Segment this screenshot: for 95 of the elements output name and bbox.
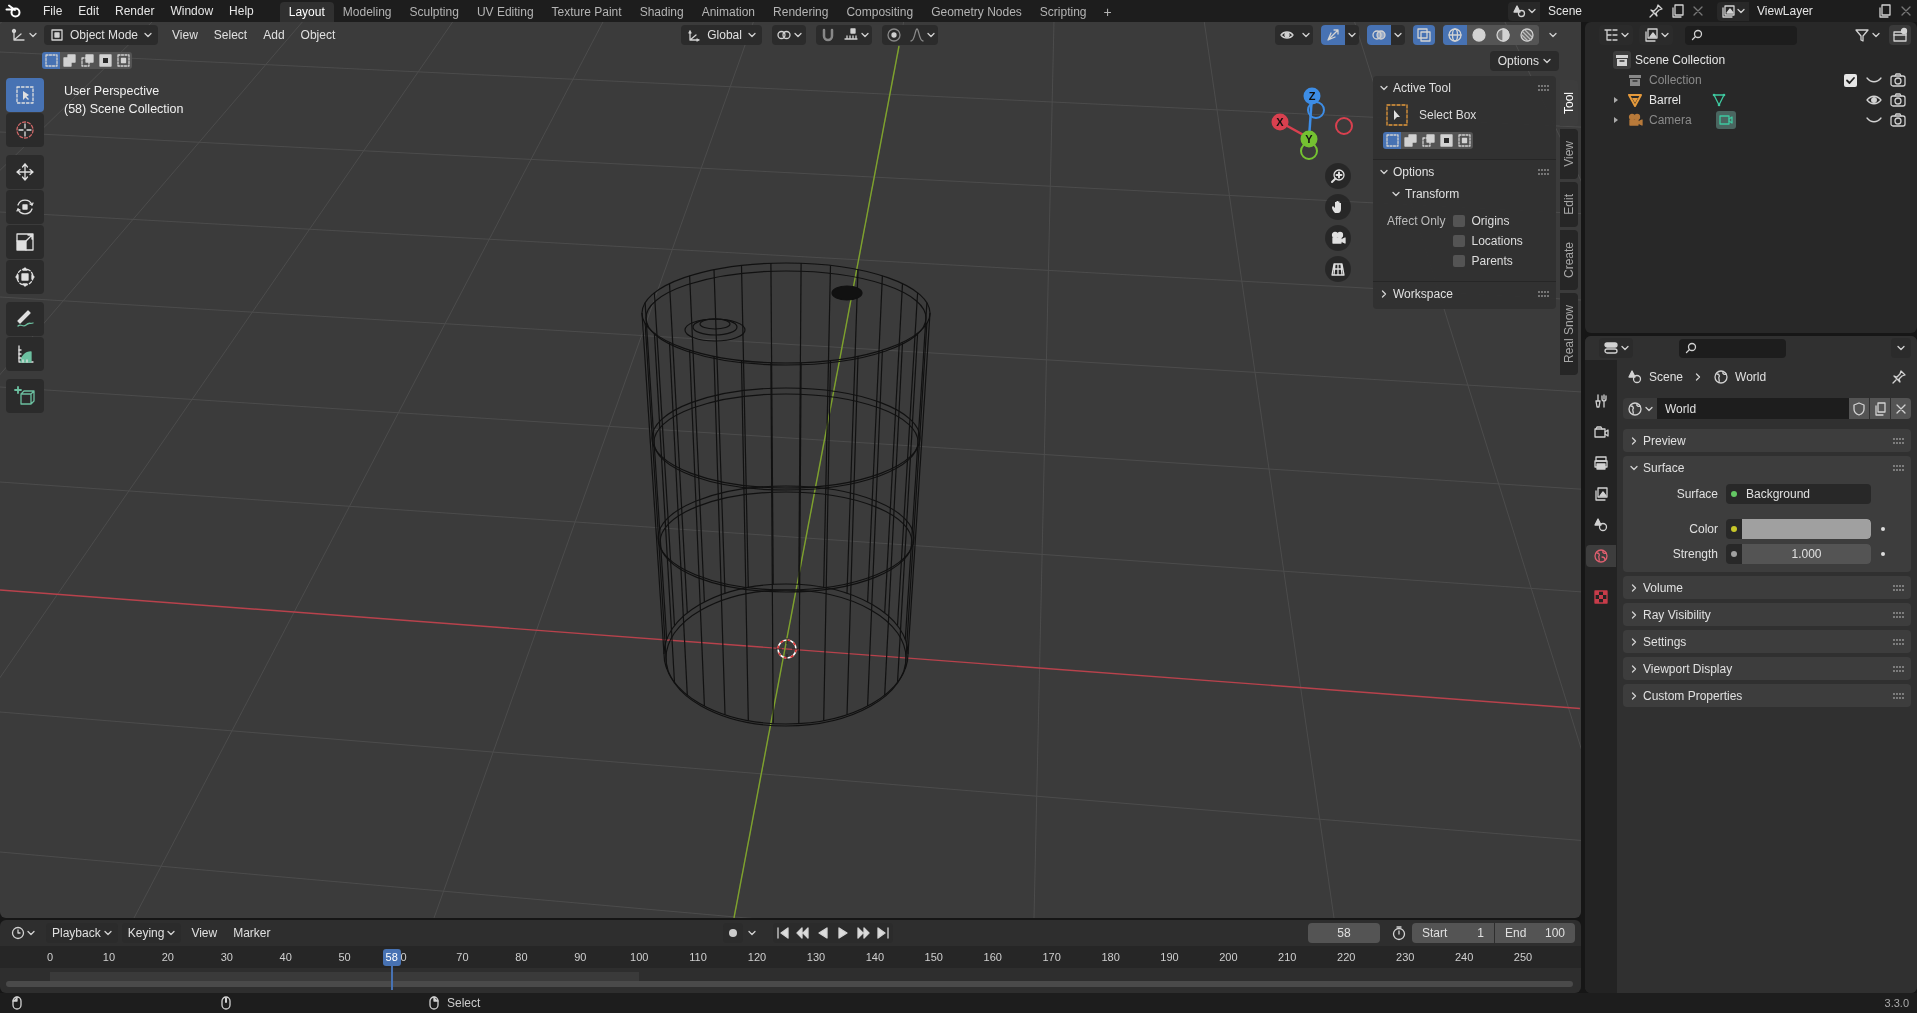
workspace-tab[interactable]: Compositing [837,2,923,22]
panel-header[interactable]: Ray Visibility [1623,603,1911,626]
frame-number: 50 [338,950,351,965]
panel-header[interactable]: Active Tool [1373,76,1556,100]
frame-number: 240 [1454,950,1474,965]
frame-number: 70 [456,950,469,965]
axis-handle[interactable]: Z [1303,87,1321,105]
sidebar-tab[interactable]: Real Snow [1560,292,1578,375]
viewport-info-text: User Perspective [64,83,161,100]
number-field[interactable]: 1.000 [1742,543,1871,564]
axis-handle[interactable]: X [1271,113,1289,131]
workspace-tab[interactable]: Shading [630,2,693,22]
frame-number: 10 [102,950,115,965]
panel-header[interactable]: Surface [1623,456,1911,479]
frame-number: 130 [806,950,826,965]
frame-number: 80 [515,950,528,965]
workspace-tab[interactable]: UV Editing [467,2,543,22]
menu-item[interactable]: View [185,923,224,943]
frame-number: 100 [630,950,649,965]
version-label: 3.3.0 [1884,995,1909,1011]
frame-number: 190 [1160,950,1179,965]
tree-item-label[interactable]: Camera [1649,111,1692,129]
frame-number: 160 [983,950,1002,965]
menu-item[interactable]: Object [292,25,344,45]
sidebar-tab[interactable]: View [1560,129,1578,179]
add-workspace-button[interactable]: + [1095,2,1120,22]
checkbox-row[interactable]: Locations [1453,231,1523,251]
tree-item-label[interactable]: Barrel [1649,91,1681,109]
frame-number: 200 [1219,950,1238,965]
current-frame-field[interactable]: 58 [1308,923,1380,943]
axis-handle[interactable]: Y [1300,130,1318,148]
frame-number: 40 [279,950,292,965]
options-dropdown[interactable]: Options [1489,51,1559,71]
workspace-tab[interactable]: Animation [692,2,765,22]
menu-item[interactable]: View [164,25,206,45]
field-label: Strength [1671,545,1719,563]
frame-number: 150 [924,950,943,965]
workspace-tab[interactable]: Layout [279,2,334,22]
orientation-dropdown[interactable]: Global [681,25,762,45]
frame-number: 110 [689,950,707,965]
frame-number: 0 [400,950,407,965]
frame-number: 250 [1513,950,1533,965]
sidebar-tab[interactable]: Edit [1560,181,1578,227]
field-label: Affect Only [1387,213,1446,230]
start-frame-field[interactable]: Start 1 [1412,923,1494,943]
breadcrumb-item: Scene [1649,369,1684,386]
frame-number: 230 [1396,950,1415,965]
workspace-tab[interactable]: Scripting [1030,2,1096,22]
panel-header[interactable]: Custom Properties [1623,684,1911,707]
frame-number: 210 [1278,950,1297,965]
frame-number: 170 [1042,950,1061,965]
tree-item-label[interactable]: Scene Collection [1635,51,1726,69]
panel-header[interactable]: Volume [1623,576,1911,599]
sidebar-tab[interactable]: Create [1560,229,1578,290]
workspace-tab[interactable]: Modeling [333,2,401,22]
menu-item[interactable]: Keying [121,923,182,943]
menu-item[interactable]: Marker [227,923,277,943]
menu-item[interactable]: File [35,0,71,22]
panel-header[interactable]: Viewport Display [1623,657,1911,680]
frame-number: 140 [865,950,885,965]
panel-header[interactable]: Preview [1623,429,1911,452]
menu-item[interactable]: Playback [46,923,118,943]
menu-item[interactable]: Help [221,0,262,22]
checkbox-row[interactable]: Origins [1453,211,1523,231]
mode-dropdown[interactable]: Object Mode [44,25,159,45]
frame-number: 120 [747,950,767,965]
frame-number: 30 [220,950,233,965]
field-label: Surface [1675,485,1719,503]
checkbox-row[interactable]: Parents [1453,251,1523,271]
frame-number: 90 [574,950,587,965]
frame-number: 180 [1101,950,1120,965]
menu-item[interactable]: Window [162,0,222,22]
tree-item-label[interactable]: Collection [1649,71,1702,89]
world-name-field[interactable]: World [1657,398,1849,419]
workspace-tab[interactable]: Texture Paint [542,2,631,22]
end-frame-field[interactable]: End 100 [1495,923,1575,943]
breadcrumb-item: World [1735,369,1767,386]
tool-name-label: Select Box [1419,107,1477,124]
subpanel-header[interactable]: Transform [1373,183,1556,205]
frame-number: 220 [1337,950,1356,965]
panel-header[interactable]: Settings [1623,630,1911,653]
workspace-tab[interactable]: Sculpting [400,2,468,22]
field-label: Color [1688,520,1719,538]
workspace-tab[interactable]: Geometry Nodes [922,2,1031,22]
frame-number: 0 [46,950,54,965]
menu-item[interactable]: Select [205,25,256,45]
viewport-info-text: (58) Scene Collection [64,101,184,118]
menu-item[interactable]: Render [107,0,163,22]
status-hint-text: Select [447,995,481,1012]
menu-item[interactable]: Add [255,25,293,45]
panel-header[interactable]: Options [1373,159,1556,183]
panel-header[interactable]: Workspace [1373,281,1556,305]
menu-item[interactable]: Edit [70,0,108,22]
workspace-tab[interactable]: Rendering [764,2,838,22]
frame-number: 20 [161,950,174,965]
